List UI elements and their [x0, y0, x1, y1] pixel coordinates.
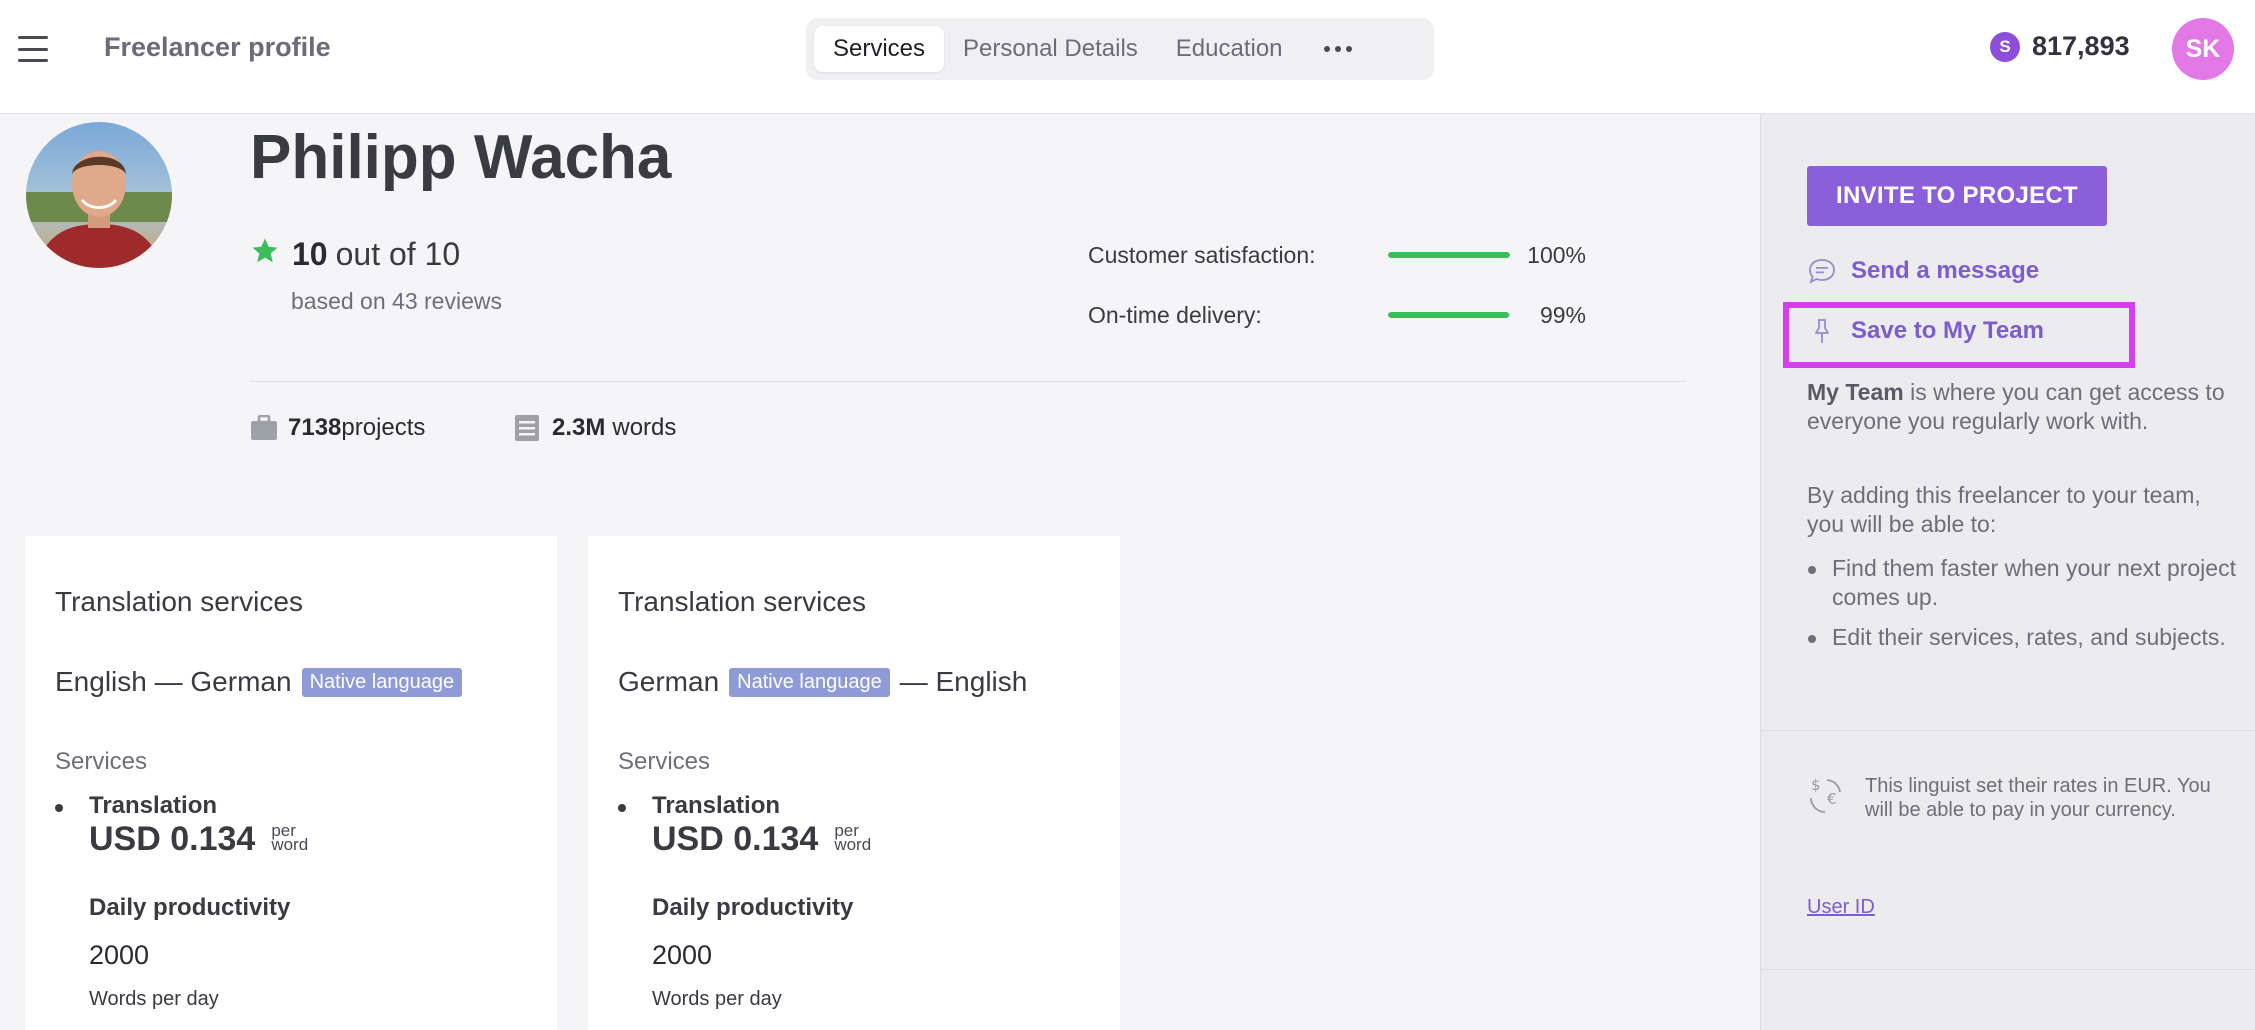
- metric-on-time-delivery: On-time delivery: 99%: [1088, 298, 1586, 332]
- words-label: words: [612, 414, 677, 441]
- star-icon: [252, 238, 278, 262]
- profile-photo: [26, 122, 172, 268]
- currency-note-text: This linguist set their rates in EUR. Yo…: [1865, 775, 2211, 821]
- coin-icon: S: [1990, 31, 2020, 62]
- dash: —: [899, 666, 936, 697]
- action-sidebar: INVITE TO PROJECT Send a message Save to…: [1760, 114, 2255, 1030]
- native-language-badge: Native language: [729, 667, 890, 697]
- save-to-my-team-link[interactable]: Save to My Team: [1807, 316, 2044, 346]
- progress-bar: [1388, 252, 1510, 258]
- adding-description: By adding this freelancer to your team, …: [1807, 482, 2201, 537]
- words-count: 2.3M: [552, 414, 606, 441]
- words-stat: 2.3M words: [514, 414, 676, 442]
- progress-bar: [1388, 312, 1510, 318]
- tab-personal-details[interactable]: Personal Details: [944, 26, 1157, 72]
- service-name: Translation: [89, 792, 218, 819]
- menu-icon[interactable]: [18, 36, 48, 62]
- native-language-badge: Native language: [301, 667, 463, 697]
- price-unit: per word: [271, 820, 309, 854]
- user-avatar[interactable]: SK: [2172, 18, 2234, 80]
- productivity-unit: Words per day: [652, 988, 782, 1010]
- currency-note: $ € This linguist set their rates in EUR…: [1807, 774, 2225, 822]
- price-amount: USD 0.134: [89, 820, 256, 858]
- balance: S 817,893: [1990, 31, 2130, 62]
- target-language: German: [190, 666, 292, 697]
- productivity-unit: Words per day: [89, 988, 219, 1010]
- language-pair: English — German Native language: [55, 666, 472, 698]
- service-name: Translation: [652, 792, 781, 819]
- dash: —: [146, 666, 191, 697]
- svg-text:€: €: [1827, 790, 1837, 808]
- rating-suffix: out of 10: [335, 236, 461, 272]
- services-heading: Services: [618, 748, 711, 775]
- benefits-list: Find them faster when your next project …: [1807, 554, 2237, 663]
- metric-label: Customer satisfaction:: [1088, 241, 1316, 268]
- tab-education[interactable]: Education: [1157, 26, 1302, 72]
- productivity-value: 2000: [89, 940, 150, 970]
- user-id-link[interactable]: User ID: [1807, 896, 1875, 919]
- tab-services[interactable]: Services: [814, 26, 945, 72]
- send-message-link[interactable]: Send a message: [1807, 256, 2039, 286]
- svg-text:$: $: [1811, 776, 1821, 794]
- freelancer-name: Philipp Wacha: [250, 123, 672, 192]
- review-count: based on 43 reviews: [291, 288, 502, 314]
- briefcase-icon: [251, 415, 277, 440]
- target-language: English: [935, 666, 1028, 697]
- list-item: Edit their services, rates, and subjects…: [1807, 623, 2237, 652]
- price-amount: USD 0.134: [652, 820, 819, 858]
- divider: [1761, 730, 2255, 731]
- metric-value: 99%: [1539, 301, 1586, 328]
- more-horizontal-icon[interactable]: [1310, 26, 1366, 72]
- productivity-label: Daily productivity: [652, 894, 854, 921]
- divider: [1761, 969, 2255, 970]
- service-price: USD 0.134 per word: [652, 820, 871, 859]
- card-title: Translation services: [55, 586, 303, 617]
- service-price: USD 0.134 per word: [89, 820, 308, 859]
- card-title: Translation services: [618, 586, 866, 617]
- projects-stat: 7138 projects: [250, 414, 425, 442]
- projects-count: 7138: [288, 414, 342, 441]
- metric-value: 100%: [1527, 241, 1586, 268]
- source-language: English: [55, 666, 147, 697]
- document-icon: [515, 415, 539, 441]
- balance-value: 817,893: [2032, 31, 2130, 61]
- service-card: Translation services English — German Na…: [25, 536, 557, 1030]
- chat-bubble-icon: [1809, 259, 1835, 284]
- service-card: Translation services German Native langu…: [588, 536, 1120, 1030]
- my-team-description: My Team is where you can get access to e…: [1807, 378, 2227, 436]
- projects-label: projects: [341, 414, 426, 441]
- productivity-value: 2000: [652, 940, 713, 970]
- bullet: [55, 804, 63, 812]
- pin-icon: [1815, 319, 1829, 343]
- rating: 10 out of 10: [250, 236, 460, 273]
- my-team-bold: My Team: [1807, 379, 1904, 405]
- metric-label: On-time delivery:: [1088, 301, 1262, 328]
- save-to-my-team-label: Save to My Team: [1851, 317, 2044, 344]
- currency-exchange-icon: $ €: [1810, 776, 1841, 813]
- price-unit: per word: [834, 820, 872, 854]
- rating-score: 10: [292, 236, 328, 272]
- send-message-label: Send a message: [1851, 257, 2040, 284]
- bullet: [618, 804, 626, 812]
- profile-tabs: Services Personal Details Education: [806, 18, 1434, 80]
- invite-to-project-button[interactable]: INVITE TO PROJECT: [1807, 166, 2107, 226]
- language-pair: German Native language — English: [618, 666, 1027, 698]
- top-bar: Freelancer profile Services Personal Det…: [0, 0, 2255, 114]
- services-heading: Services: [55, 748, 148, 775]
- list-item: Find them faster when your next project …: [1807, 554, 2237, 612]
- metric-customer-satisfaction: Customer satisfaction: 100%: [1088, 238, 1586, 272]
- source-language: German: [618, 666, 720, 697]
- divider: [250, 381, 1686, 382]
- page-title: Freelancer profile: [104, 32, 331, 62]
- productivity-label: Daily productivity: [89, 894, 291, 921]
